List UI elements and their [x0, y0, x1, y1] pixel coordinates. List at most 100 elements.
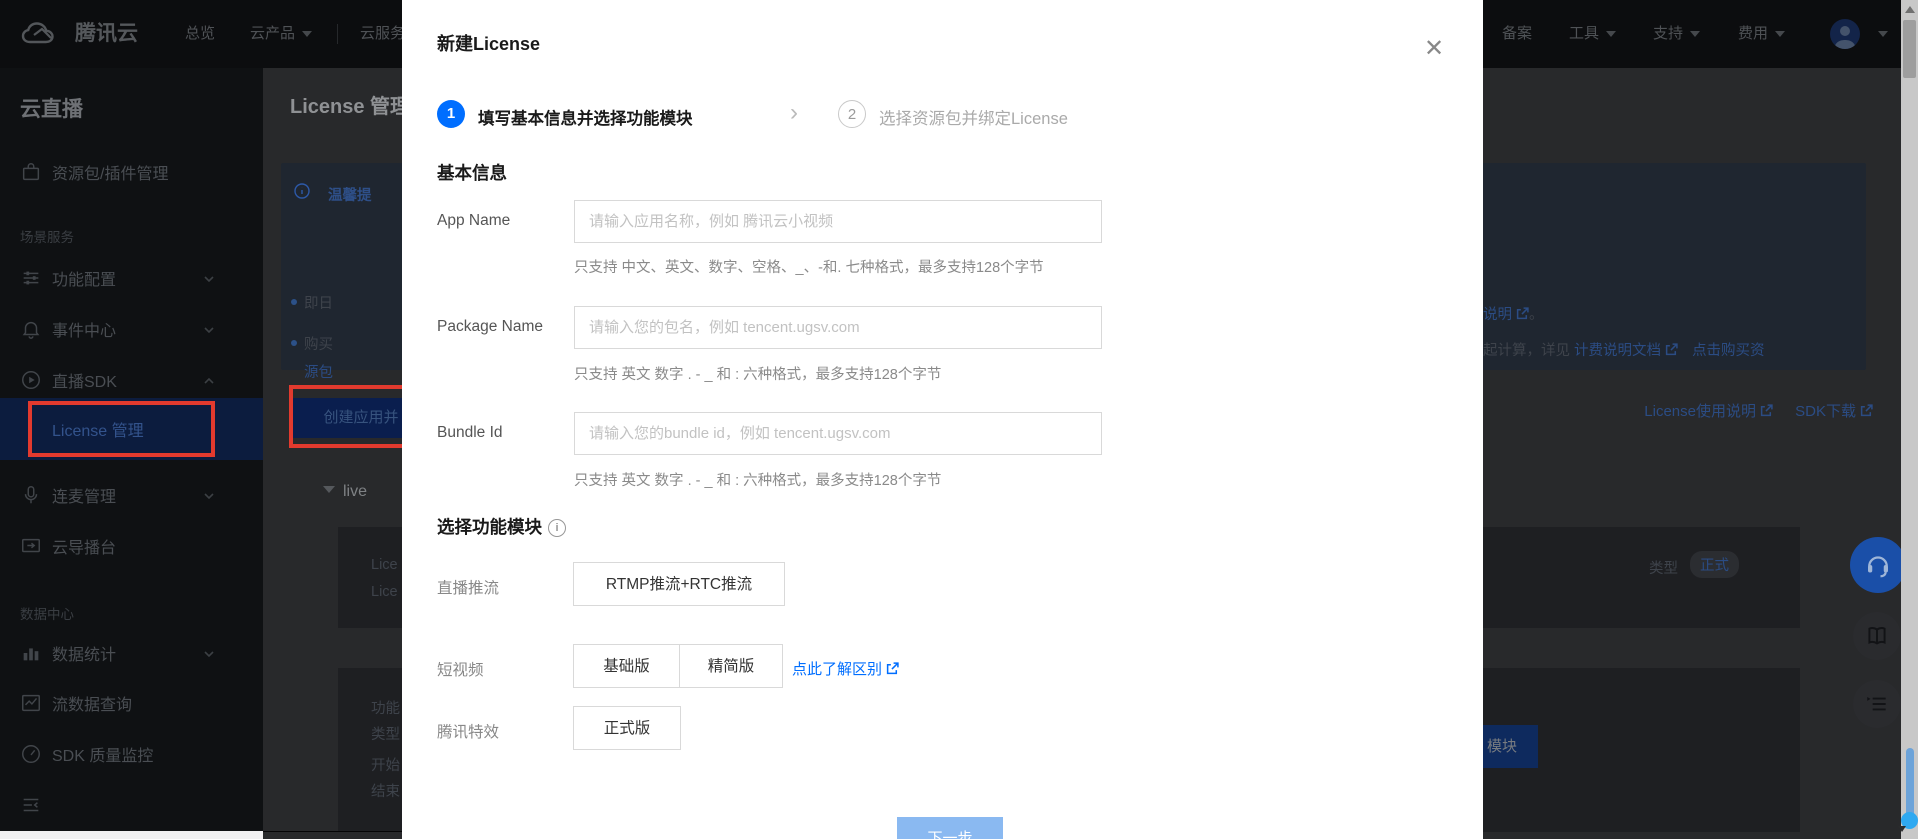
sidebar-item-resource-packages[interactable]: 资源包/插件管理 [0, 152, 263, 192]
triangle-down-icon [323, 486, 335, 493]
notice-link[interactable]: 说明 [1483, 307, 1512, 323]
license-usage-link[interactable]: License使用说明 [1644, 403, 1756, 420]
scrollbar-down-arrow[interactable] [1898, 826, 1906, 832]
step-1-circle: 1 [437, 100, 465, 128]
nav-item-services[interactable]: 云服务 [360, 0, 405, 68]
card-text-fragment: Lice [371, 584, 398, 600]
vertical-scrollbar[interactable] [1901, 0, 1918, 839]
sidebar-item-feature-config[interactable]: 功能配置 [0, 258, 263, 298]
external-link-icon [1665, 343, 1678, 356]
notice-bullet-2-link[interactable]: 源包 [304, 361, 333, 382]
sdk-download-link[interactable]: SDK下载 [1795, 403, 1856, 420]
live-group-label: live [343, 483, 367, 500]
sidebar-item-cloud-director[interactable]: 云导播台 [0, 526, 263, 566]
gauge-icon [20, 743, 42, 765]
survey-fab[interactable] [1853, 680, 1901, 728]
live-push-option-button[interactable]: RTMP推流+RTC推流 [573, 562, 785, 606]
step-1-label: 填写基本信息并选择功能模块 [478, 105, 693, 129]
line-chart-icon [20, 692, 42, 714]
external-link-icon [1860, 404, 1873, 417]
live-group-toggle[interactable]: live [323, 483, 367, 501]
package-icon [20, 161, 42, 183]
nav-item-billing-label: 费用 [1738, 25, 1768, 42]
nav-item-products-label: 云产品 [250, 25, 295, 42]
sidebar-item-stream-query[interactable]: 流数据查询 [0, 683, 263, 723]
collapse-menu-icon [20, 794, 42, 816]
external-link-icon [1516, 307, 1529, 320]
scrollbar-thumb[interactable] [1903, 20, 1916, 78]
compare-link[interactable]: 点此了解区别 [792, 658, 899, 679]
chevron-down-icon [203, 489, 215, 501]
bundle-id-label: Bundle Id [437, 424, 503, 442]
sidebar-product-title: 云直播 [20, 93, 83, 123]
nav-item-support-label: 支持 [1653, 25, 1683, 42]
next-step-button[interactable]: 下一步 [897, 817, 1003, 839]
tencent-cloud-logo-text[interactable]: 腾讯云 [75, 0, 138, 68]
annotation-box-license-menu [28, 401, 215, 457]
nav-item-beian[interactable]: 备案 [1502, 0, 1532, 68]
billing-doc-link[interactable]: 计费说明文档 [1574, 343, 1661, 359]
bar-chart-icon [20, 642, 42, 664]
horizontal-scrollbar[interactable] [0, 831, 263, 839]
caret-down-icon[interactable] [1878, 31, 1888, 37]
sidebar-item-label: 功能配置 [52, 266, 116, 290]
info-icon [294, 183, 310, 199]
notice-bullet-1: 即日 [304, 292, 333, 313]
close-icon[interactable]: ✕ [1424, 34, 1444, 63]
sidebar-item-live-sdk[interactable]: 直播SDK [0, 360, 263, 400]
sidebar-item-data-stats[interactable]: 数据统计 [0, 633, 263, 673]
headset-icon [1863, 550, 1893, 580]
type-label: 类型 [1649, 557, 1678, 578]
sidebar-item-label: 云导播台 [52, 534, 116, 558]
monitor-icon [20, 535, 42, 557]
sidebar-section-data: 数据中心 [20, 603, 74, 623]
notice-bullet-2: 购买 [304, 333, 333, 354]
effects-option-button[interactable]: 正式版 [573, 706, 681, 750]
nav-item-billing[interactable]: 费用 [1738, 0, 1785, 68]
step-2-label: 选择资源包并绑定License [879, 105, 1068, 129]
app-name-input[interactable] [574, 200, 1102, 243]
scroll-indicator-bar [1906, 748, 1914, 820]
package-name-input[interactable] [574, 306, 1102, 349]
sidebar-item-label: 连麦管理 [52, 483, 116, 507]
short-video-basic-button[interactable]: 基础版 [573, 644, 680, 688]
customer-service-fab[interactable] [1850, 537, 1906, 593]
sidebar-item-event-center[interactable]: 事件中心 [0, 309, 263, 349]
effects-label: 腾讯特效 [437, 720, 499, 742]
short-video-lite-button[interactable]: 精简版 [679, 644, 783, 688]
chevron-down-icon [203, 323, 215, 335]
play-circle-icon [20, 369, 42, 391]
short-video-label: 短视频 [437, 658, 484, 680]
sidebar-item-label: 直播SDK [52, 368, 117, 392]
step-arrow-icon: › [790, 99, 798, 127]
avatar[interactable] [1830, 19, 1860, 49]
caret-down-icon [1775, 31, 1785, 37]
nav-item-support[interactable]: 支持 [1653, 0, 1700, 68]
nav-item-tools[interactable]: 工具 [1569, 0, 1616, 68]
step-2-circle: 2 [838, 100, 866, 128]
caret-down-icon [1690, 31, 1700, 37]
app-name-label: App Name [437, 212, 510, 230]
notice-bullet-text: 购买 [304, 337, 333, 353]
nav-item-products[interactable]: 云产品 [250, 0, 312, 68]
bundle-id-input[interactable] [574, 412, 1102, 455]
package-name-helper: 只支持 英文 数字 . - _ 和 : 六种格式，最多支持128个字节 [574, 363, 941, 384]
scrollbar-up-arrow[interactable] [1905, 6, 1915, 13]
notice-text: 起计算，详见 [1483, 343, 1570, 359]
sidebar-item-label: 资源包/插件管理 [52, 160, 168, 184]
modules-heading-label: 选择功能模块 [437, 517, 542, 537]
tencent-cloud-logo-icon[interactable] [20, 20, 64, 48]
bind-module-button[interactable]: 模块 [1482, 725, 1538, 768]
nav-item-overview[interactable]: 总览 [185, 0, 215, 68]
sidebar-item-mic-management[interactable]: 连麦管理 [0, 475, 263, 515]
new-license-modal: 新建License ✕ 1 填写基本信息并选择功能模块 › 2 选择资源包并绑定… [402, 0, 1483, 839]
modal-title: 新建License [437, 30, 540, 56]
card-text-fragment: 结束 [371, 780, 400, 801]
buy-resource-link[interactable]: 点击购买资 [1692, 343, 1765, 359]
docs-fab[interactable] [1853, 612, 1901, 660]
bullet-dot [291, 340, 297, 346]
sidebar-item-sdk-quality[interactable]: SDK 质量监控 [0, 734, 263, 774]
package-name-label: Package Name [437, 318, 543, 336]
info-icon[interactable]: i [548, 519, 566, 537]
sidebar-collapse-button[interactable] [0, 785, 263, 825]
